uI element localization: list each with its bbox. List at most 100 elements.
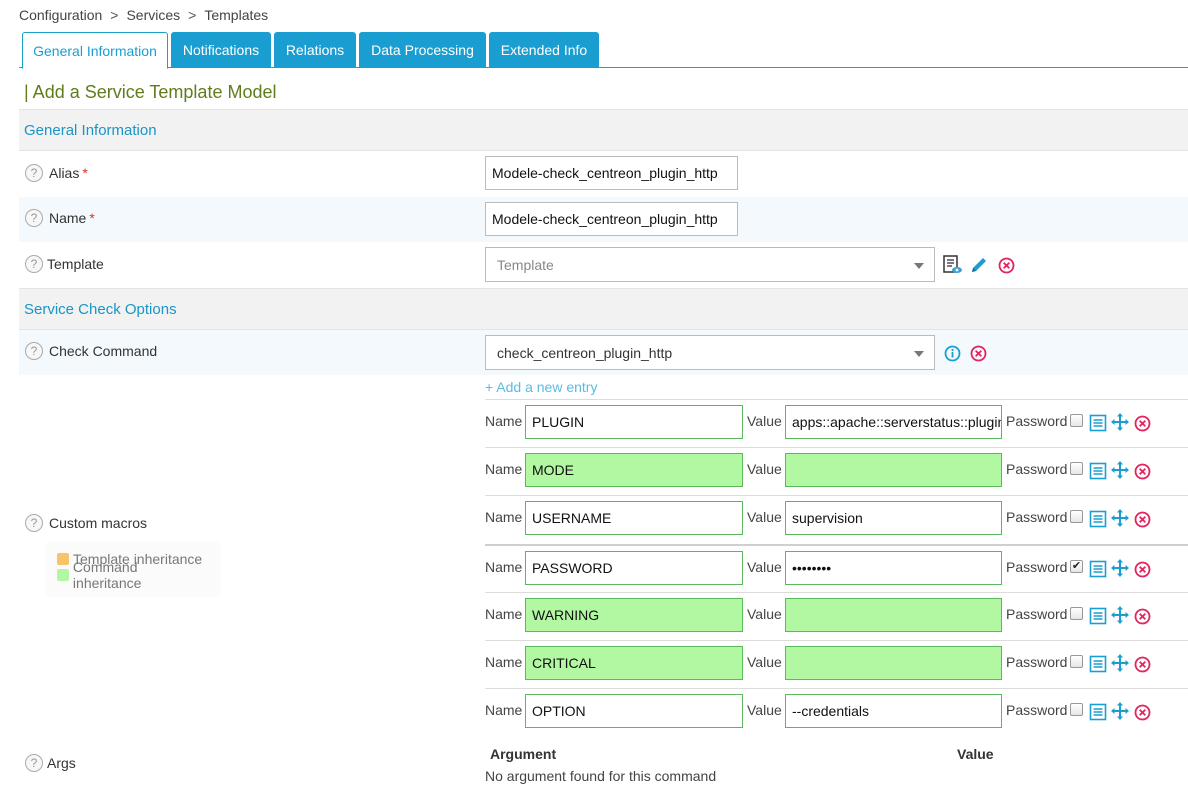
- list-icon[interactable]: [1088, 606, 1108, 626]
- list-icon[interactable]: [1088, 654, 1108, 674]
- args-column-argument: Argument: [490, 746, 557, 762]
- tab-relations[interactable]: Relations: [274, 32, 356, 68]
- macro-name-input[interactable]: CRITICAL: [525, 646, 743, 680]
- macro-name-input[interactable]: MODE: [525, 453, 743, 487]
- macro-name-label: Name: [485, 606, 523, 622]
- help-icon[interactable]: ?: [25, 209, 43, 227]
- macro-name-input[interactable]: PASSWORD: [525, 551, 743, 585]
- macro-name-label: Name: [485, 413, 523, 429]
- inheritance-legend: Template inheritance Command inheritance: [45, 541, 221, 597]
- macro-value-input[interactable]: supervision: [785, 501, 1002, 535]
- macro-value-input[interactable]: --credentials: [785, 694, 1002, 728]
- macro-value-input[interactable]: [785, 453, 1002, 487]
- macro-name-label: Name: [485, 509, 523, 525]
- chevron-down-icon: [914, 263, 924, 269]
- macro-row-warning: Name WARNING Value Password: [485, 592, 1188, 640]
- macro-name-label: Name: [485, 654, 523, 670]
- section-general-information: General Information: [19, 109, 1188, 151]
- list-icon[interactable]: [1088, 702, 1108, 722]
- breadcrumb-templates[interactable]: Templates: [204, 7, 268, 23]
- password-checkbox[interactable]: [1070, 655, 1083, 668]
- breadcrumb: Configuration > Services > Templates: [19, 7, 269, 23]
- macro-value-input[interactable]: [785, 646, 1002, 680]
- password-checkbox[interactable]: [1070, 703, 1083, 716]
- macro-password-label: Password: [1006, 413, 1068, 429]
- macro-value-label: Value: [747, 702, 782, 718]
- alias-input[interactable]: [485, 156, 738, 190]
- macro-value-label: Value: [747, 413, 782, 429]
- page-title: | Add a Service Template Model: [24, 82, 277, 102]
- alias-label: ? Alias *: [25, 164, 88, 182]
- help-icon[interactable]: ?: [25, 164, 43, 182]
- help-icon[interactable]: ?: [25, 754, 43, 772]
- macro-value-input[interactable]: ••••••••: [785, 551, 1002, 585]
- macro-row-mode: Name MODE Value Password: [485, 447, 1188, 495]
- list-icon[interactable]: [1088, 509, 1108, 529]
- name-input[interactable]: [485, 202, 738, 236]
- tab-general-information[interactable]: General Information: [22, 32, 168, 69]
- tab-data-processing[interactable]: Data Processing: [359, 32, 486, 68]
- view-template-icon[interactable]: [942, 254, 964, 276]
- macro-name-label: Name: [485, 461, 523, 477]
- add-new-entry-link[interactable]: + Add a new entry: [485, 379, 597, 395]
- macro-name-input[interactable]: OPTION: [525, 694, 743, 728]
- macro-name-label: Name: [485, 702, 523, 718]
- macro-row-critical: Name CRITICAL Value Password: [485, 640, 1188, 688]
- name-label: ? Name *: [25, 209, 95, 227]
- check-command-label: ? Check Command: [25, 342, 157, 360]
- help-icon[interactable]: ?: [25, 342, 43, 360]
- password-checkbox[interactable]: ✔: [1070, 560, 1083, 573]
- macro-name-input[interactable]: WARNING: [525, 598, 743, 632]
- check-command-select[interactable]: check_centreon_plugin_http: [485, 335, 935, 370]
- macro-password-label: Password: [1006, 509, 1068, 525]
- breadcrumb-configuration[interactable]: Configuration: [19, 7, 102, 23]
- macro-name-input[interactable]: PLUGIN: [525, 405, 743, 439]
- delete-icon[interactable]: [1132, 413, 1152, 433]
- list-icon[interactable]: [1088, 559, 1108, 579]
- macro-row-plugin: Name PLUGIN Value apps::apache::serverstatu…: [485, 399, 1188, 447]
- delete-icon[interactable]: [1132, 654, 1152, 674]
- macro-value-label: Value: [747, 559, 782, 575]
- macro-value-label: Value: [747, 509, 782, 525]
- template-select[interactable]: Template: [485, 247, 935, 282]
- template-label: ? Template: [25, 255, 104, 273]
- move-icon[interactable]: [1110, 653, 1130, 673]
- list-icon[interactable]: [1088, 461, 1108, 481]
- password-checkbox[interactable]: [1070, 607, 1083, 620]
- delete-icon[interactable]: [996, 255, 1016, 275]
- args-label: ? Args: [25, 754, 76, 772]
- chevron-down-icon: [914, 351, 924, 357]
- tab-extended-info[interactable]: Extended Info: [489, 32, 599, 68]
- move-icon[interactable]: [1110, 508, 1130, 528]
- delete-icon[interactable]: [1132, 702, 1152, 722]
- edit-pencil-icon[interactable]: [968, 254, 990, 276]
- macro-password-label: Password: [1006, 702, 1068, 718]
- help-icon[interactable]: ?: [25, 514, 43, 532]
- tab-notifications[interactable]: Notifications: [171, 32, 271, 68]
- move-icon[interactable]: [1110, 605, 1130, 625]
- help-icon[interactable]: ?: [25, 255, 43, 273]
- delete-icon[interactable]: [1132, 559, 1152, 579]
- macro-value-input[interactable]: apps::apache::serverstatus::plugin: [785, 405, 1002, 439]
- delete-icon[interactable]: [968, 343, 988, 363]
- args-empty-message: No argument found for this command: [485, 768, 717, 784]
- delete-icon[interactable]: [1132, 509, 1152, 529]
- args-column-value: Value: [957, 746, 994, 762]
- macro-name-input[interactable]: USERNAME: [525, 501, 743, 535]
- list-icon[interactable]: [1088, 413, 1108, 433]
- macro-value-label: Value: [747, 606, 782, 622]
- info-icon[interactable]: [942, 343, 962, 363]
- password-checkbox[interactable]: [1070, 510, 1083, 523]
- macro-name-label: Name: [485, 559, 523, 575]
- move-icon[interactable]: [1110, 460, 1130, 480]
- password-checkbox[interactable]: [1070, 414, 1083, 427]
- breadcrumb-services[interactable]: Services: [126, 7, 180, 23]
- move-icon[interactable]: [1110, 412, 1130, 432]
- delete-icon[interactable]: [1132, 461, 1152, 481]
- delete-icon[interactable]: [1132, 606, 1152, 626]
- legend-command-inheritance: Command inheritance: [57, 559, 209, 591]
- move-icon[interactable]: [1110, 701, 1130, 721]
- macro-value-input[interactable]: [785, 598, 1002, 632]
- password-checkbox[interactable]: [1070, 462, 1083, 475]
- move-icon[interactable]: [1110, 558, 1130, 578]
